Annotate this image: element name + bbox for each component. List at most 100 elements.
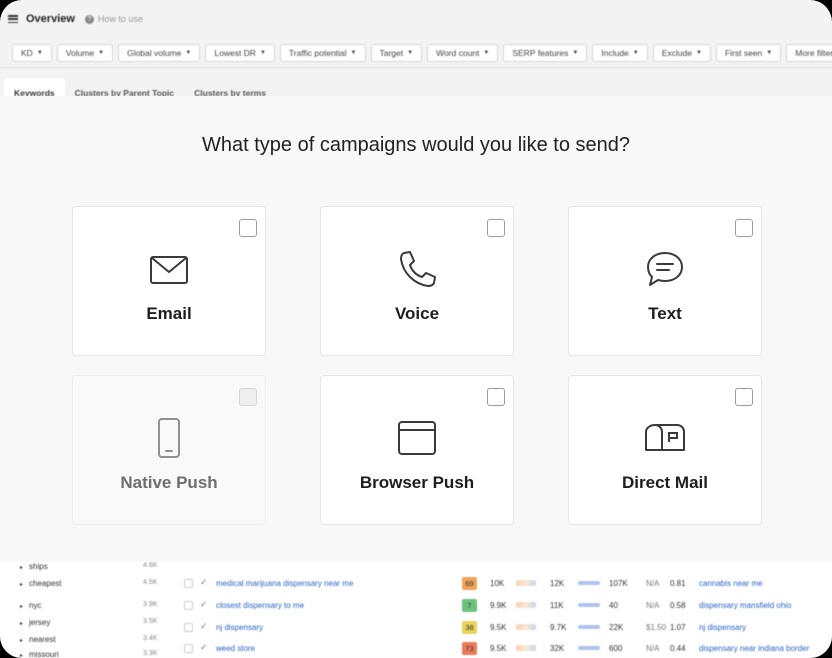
filter-word-count[interactable]: Word count ▼ [427, 43, 499, 62]
filter-target[interactable]: Target ▼ [370, 43, 423, 62]
phone-icon [400, 251, 436, 287]
trend-sparkline [516, 602, 536, 608]
option-label: Email [146, 304, 192, 323]
parent-topic-link[interactable]: dispensary mansfield ohio [699, 601, 792, 610]
campaign-type-modal: What type of campaigns would you like to… [0, 96, 832, 562]
filter-label: KD [21, 47, 33, 58]
keyword-link[interactable]: medical marijuana dispensary near me [216, 579, 353, 588]
filter-label: Word count [436, 47, 480, 58]
option-card-native-push: Native Push [72, 375, 266, 525]
caret-down-icon: ▼ [98, 49, 105, 56]
option-checkbox[interactable] [487, 219, 505, 237]
filter-label: SERP features [512, 47, 569, 58]
filter-bar: KD ▼ Volume ▼ Global volume ▼ Lowest DR ▼ Tr… [0, 38, 832, 68]
traffic-potential-cell: 107K [609, 579, 628, 588]
keyword-table: ships 4.6K cheapest 4.5K ✓ medical marij… [0, 558, 832, 658]
option-card-browser-push[interactable]: Browser Push [320, 375, 514, 525]
volume-cell: 9.9K [490, 601, 507, 610]
row-checkbox[interactable] [184, 579, 193, 588]
keyword-link[interactable]: closest dispensary to me [216, 601, 304, 610]
trend-sparkline [516, 580, 536, 586]
filter-label: Exclude [661, 47, 692, 58]
option-label: Voice [394, 304, 440, 323]
traffic-potential-cell: 40 [609, 601, 618, 610]
option-card-email[interactable]: Email [72, 206, 266, 356]
filter-serp-features[interactable]: SERP features ▼ [503, 43, 588, 62]
term-count: 4.5K [143, 579, 158, 586]
caret-down-icon: ▼ [696, 49, 702, 56]
checkmark-icon: ✓ [200, 577, 208, 587]
term-label[interactable]: cheapest [20, 579, 61, 588]
global-volume-cell: 12K [550, 579, 565, 588]
filter-include[interactable]: Include ▼ [592, 43, 648, 62]
page-title: Overview [26, 13, 75, 25]
cpc-cell: N/A [646, 579, 660, 588]
mailbox-icon [645, 424, 685, 451]
filter-more-filters[interactable]: More filters▼ [786, 43, 832, 62]
volume-bar [578, 625, 600, 629]
caret-down-icon: ▼ [766, 49, 773, 56]
term-count: 4.6K [143, 562, 158, 569]
filter-label: First seen [724, 47, 763, 58]
option-card-text[interactable]: Text [568, 206, 762, 356]
caret-down-icon: ▼ [632, 49, 639, 56]
cpc-cell: N/A [646, 601, 660, 610]
filter-traffic-potential[interactable]: Traffic potential ▼ [279, 43, 366, 62]
chat-bubble-icon [647, 252, 683, 286]
caret-down-icon: ▼ [259, 49, 266, 56]
caret-down-icon: ▼ [36, 49, 43, 56]
app-window: Overview ? How to use KD ▼ Volume ▼ Global… [0, 0, 832, 658]
checkmark-icon: ✓ [200, 599, 208, 609]
filter-label: More filters [795, 47, 832, 58]
row-checkbox[interactable] [184, 601, 193, 610]
caret-down-icon: ▼ [350, 49, 357, 56]
help-icon[interactable]: ? [84, 14, 94, 24]
kd-badge: 7 [462, 599, 477, 612]
option-checkbox[interactable] [487, 388, 505, 406]
filter-label: Include [601, 47, 629, 58]
option-checkbox[interactable] [239, 219, 257, 237]
term-label[interactable]: ships [20, 562, 48, 571]
filter-label: Target [379, 47, 404, 58]
caret-down-icon: ▼ [572, 49, 579, 56]
option-label: Native Push [120, 473, 218, 492]
filter-lowest-dr[interactable]: Lowest DR ▼ [205, 43, 275, 62]
option-label: Text [648, 304, 682, 323]
filter-volume[interactable]: Volume ▼ [56, 43, 114, 62]
cps-cell: 0.81 [670, 579, 686, 588]
modal-question: What type of campaigns would you like to… [201, 134, 631, 156]
term-label[interactable]: missouri [20, 650, 59, 658]
term-label[interactable]: nyc [20, 601, 41, 610]
cps-cell: 0.58 [670, 601, 686, 610]
option-checkbox[interactable] [735, 388, 753, 406]
trend-sparkline [516, 624, 536, 630]
term-count: 3.3K [143, 650, 158, 657]
hamburger-menu-icon[interactable] [8, 15, 18, 23]
option-checkbox[interactable] [735, 219, 753, 237]
how-to-use-link[interactable]: How to use [98, 14, 143, 24]
filter-label: Volume [65, 47, 95, 58]
option-card-direct-mail[interactable]: Direct Mail [568, 375, 762, 525]
parent-topic-link[interactable]: cannabis near me [699, 579, 763, 588]
volume-bar [578, 603, 600, 607]
filter-exclude[interactable]: Exclude ▼ [652, 43, 711, 62]
list-item: missouri 3.3K [0, 646, 832, 658]
browser-window-icon [398, 421, 436, 455]
option-checkbox [239, 388, 257, 406]
term-count: 3.9K [143, 601, 158, 608]
list-item: cheapest 4.5K ✓ medical marijuana dispen… [0, 575, 832, 595]
volume-bar [578, 581, 600, 585]
kd-badge: 69 [462, 577, 477, 590]
filter-global-volume[interactable]: Global volume ▼ [118, 43, 201, 62]
volume-cell: 10K [490, 579, 505, 588]
option-card-voice[interactable]: Voice [320, 206, 514, 356]
caret-down-icon: ▼ [483, 49, 490, 56]
top-bar: Overview ? How to use [0, 0, 832, 38]
caret-down-icon: ▼ [185, 49, 192, 56]
filter-label: Global volume [127, 47, 182, 58]
filter-label: Traffic potential [288, 47, 347, 58]
filter-label: Lowest DR [214, 47, 256, 58]
filter-first-seen[interactable]: First seen ▼ [715, 43, 782, 62]
global-volume-cell: 11K [550, 601, 564, 610]
filter-kd[interactable]: KD ▼ [12, 43, 52, 62]
